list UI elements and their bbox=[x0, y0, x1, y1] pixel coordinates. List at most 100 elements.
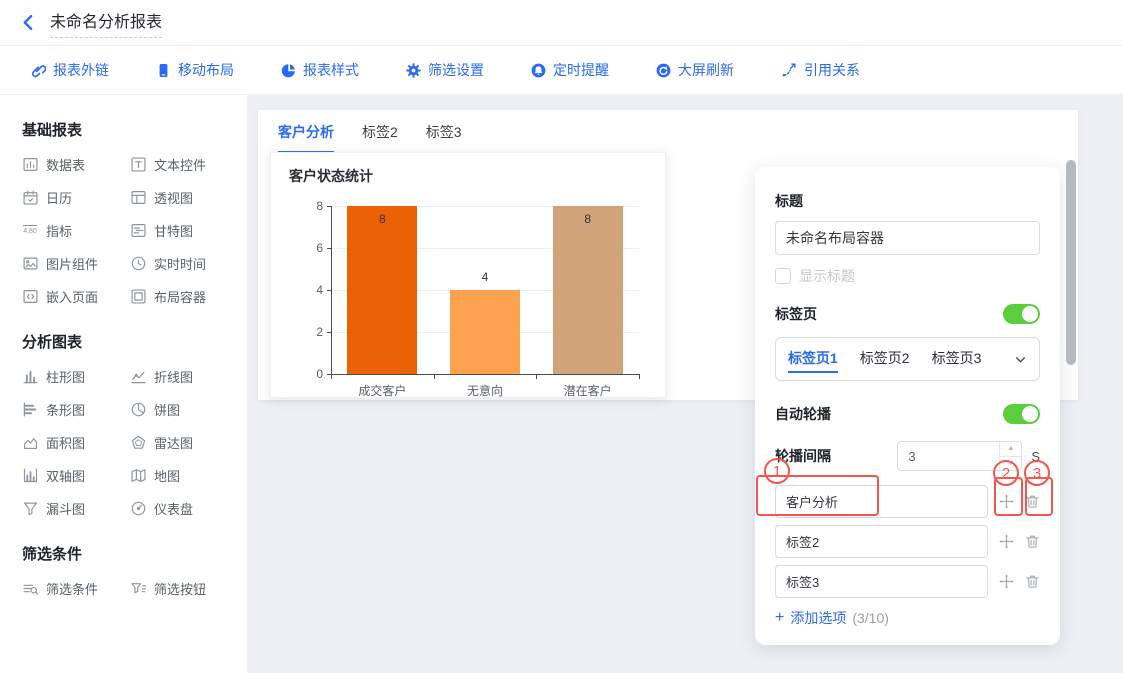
back-button[interactable] bbox=[20, 14, 37, 31]
link-icon bbox=[30, 62, 46, 78]
tab-page-option-1[interactable]: 标签页1 bbox=[788, 345, 838, 373]
sidebar-item-pivot[interactable]: 透视图 bbox=[130, 189, 230, 206]
bar-成交客户[interactable] bbox=[347, 206, 417, 374]
spinner-down-button[interactable]: ▼ bbox=[1000, 457, 1021, 471]
embed-page-icon bbox=[22, 289, 38, 304]
y-tick-label: 6 bbox=[293, 241, 323, 255]
canvas-tab-3[interactable]: 标签3 bbox=[426, 122, 462, 152]
sidebar-item-label: 实时时间 bbox=[154, 254, 206, 273]
sidebar-item-metric[interactable]: 4,80指标 bbox=[22, 222, 130, 239]
gantt-icon bbox=[130, 223, 146, 238]
selector-expand[interactable] bbox=[1014, 353, 1027, 366]
toolbar-item-label: 定时提醒 bbox=[553, 60, 609, 80]
sidebar-item-map[interactable]: 地图 bbox=[130, 467, 230, 484]
sidebar-item-radar-chart[interactable]: 雷达图 bbox=[130, 434, 230, 451]
sidebar-item-layout-container[interactable]: 布局容器 bbox=[130, 288, 230, 305]
trash-icon bbox=[1025, 574, 1040, 589]
report-title[interactable]: 未命名分析报表 bbox=[50, 8, 162, 38]
tab-page-list: 标签页1 标签页2 标签页3 bbox=[788, 345, 981, 373]
scrollbar-thumb[interactable] bbox=[1066, 160, 1076, 365]
calendar-icon bbox=[22, 190, 38, 205]
settings-panel: 标题 显示标题 标签页 标签页1标签页2标签页3 自动轮播 bbox=[755, 167, 1060, 645]
bar-潜在客户[interactable] bbox=[553, 206, 623, 374]
tab-item-input-3[interactable] bbox=[775, 565, 988, 598]
sidebar-item-data-table[interactable]: 数据表 bbox=[22, 156, 130, 173]
show-title-row: 显示标题 bbox=[775, 267, 1040, 285]
bar-value-label: 4 bbox=[465, 270, 505, 284]
sidebar-item-column-chart[interactable]: 柱形图 bbox=[22, 368, 130, 385]
sidebar-item-clock[interactable]: 实时时间 bbox=[130, 255, 230, 272]
sidebar-item-filter-condition[interactable]: 筛选条件 bbox=[22, 580, 130, 597]
toolbar-item-mobile-layout[interactable]: 移动布局 bbox=[156, 60, 234, 80]
container-tabbar: 客户分析标签2 标签3 bbox=[278, 122, 506, 153]
toolbar-item-report-style[interactable]: 报表样式 bbox=[281, 60, 359, 80]
tab-page-option-2[interactable]: 标签页2 bbox=[860, 345, 910, 373]
tab-item-input-1[interactable] bbox=[775, 485, 988, 518]
move-button-3[interactable] bbox=[999, 574, 1014, 589]
radar-chart-icon bbox=[130, 435, 146, 450]
toolbar-item-timed-remind[interactable]: 定时提醒 bbox=[531, 60, 609, 80]
design-canvas: 客户分析标签2标签3 客户状态统计 024688成交客户4无意向8潜在客户 标题… bbox=[248, 95, 1123, 673]
sidebar-item-calendar[interactable]: 日历 bbox=[22, 189, 130, 206]
sidebar-item-bar-chart[interactable]: 条形图 bbox=[22, 401, 130, 418]
sidebar-section-title: 基础报表 bbox=[22, 119, 247, 140]
bar-value-label: 8 bbox=[568, 212, 608, 226]
layout-container-icon bbox=[130, 289, 146, 304]
delete-button-3[interactable] bbox=[1025, 574, 1040, 589]
sidebar-item-pie-chart[interactable]: 饼图 bbox=[130, 401, 230, 418]
move-button-1[interactable] bbox=[999, 494, 1014, 509]
x-tick-mark bbox=[639, 374, 640, 379]
move-icon bbox=[999, 494, 1014, 509]
sidebar-section-grid: 筛选条件筛选按钮 bbox=[22, 580, 247, 597]
sidebar-item-label: 嵌入页面 bbox=[46, 287, 98, 306]
interval-input[interactable]: 3 ▲▼ bbox=[897, 441, 1022, 471]
funnel-icon bbox=[22, 501, 38, 516]
sidebar-item-dual-axis[interactable]: 双轴图 bbox=[22, 467, 130, 484]
spinner-up-button[interactable]: ▲ bbox=[1000, 442, 1021, 457]
line-chart-icon bbox=[130, 369, 146, 384]
sidebar-item-area-chart[interactable]: 面积图 bbox=[22, 434, 130, 451]
sidebar-item-gauge[interactable]: 仪表盘 bbox=[130, 500, 230, 517]
pivot-icon bbox=[130, 190, 146, 205]
sidebar-section-grid: 柱形图折线图条形图饼图面积图 雷达图双轴图地图漏斗图仪表盘 bbox=[22, 368, 247, 517]
sidebar-item-label: 雷达图 bbox=[154, 433, 193, 452]
move-icon bbox=[999, 574, 1014, 589]
tab-item-input-2[interactable] bbox=[775, 525, 988, 558]
toolbar-item-screen-refresh[interactable]: 大屏刷新 bbox=[656, 60, 734, 80]
tab-item-list bbox=[775, 485, 1040, 598]
title-field-label: 标题 bbox=[775, 191, 1040, 211]
toolbar-item-label: 大屏刷新 bbox=[678, 60, 734, 80]
sidebar-item-line-chart[interactable]: 折线图 bbox=[130, 368, 230, 385]
sidebar-item-text-widget[interactable]: 文本控件 bbox=[130, 156, 230, 173]
chart-card[interactable]: 客户状态统计 024688成交客户4无意向8潜在客户 bbox=[270, 152, 666, 398]
sidebar-item-filter-button[interactable]: 筛选按钮 bbox=[130, 580, 230, 597]
tabs-toggle[interactable] bbox=[1003, 304, 1040, 324]
piestyle-icon bbox=[281, 63, 296, 78]
toolbar-item-report-link[interactable]: 报表外链 bbox=[30, 60, 109, 80]
canvas-tab-2[interactable]: 标签2 bbox=[362, 122, 398, 152]
sidebar-item-label: 指标 bbox=[46, 221, 72, 240]
tab-page-option-3[interactable]: 标签页3 bbox=[932, 345, 982, 373]
canvas-tab-1[interactable]: 客户分析 bbox=[278, 122, 334, 153]
y-axis-line bbox=[331, 206, 332, 379]
sidebar-item-image[interactable]: 图片组件 bbox=[22, 255, 130, 272]
toolbar-item-label: 报表外链 bbox=[53, 60, 109, 80]
sidebar-item-label: 透视图 bbox=[154, 188, 193, 207]
add-option-button[interactable]: 添加选项 bbox=[790, 608, 846, 628]
show-title-checkbox[interactable] bbox=[775, 268, 791, 284]
autoplay-toggle[interactable] bbox=[1003, 404, 1040, 424]
bar-无意向[interactable] bbox=[450, 290, 520, 374]
component-sidebar: 基础报表数据表 文本控件日历 透视图 4,80指标甘特图图片组件 实时时间嵌入页面 布局容… bbox=[0, 95, 248, 673]
delete-button-2[interactable] bbox=[1025, 534, 1040, 549]
sidebar-item-gantt[interactable]: 甘特图 bbox=[130, 222, 230, 239]
tab-item-row-3 bbox=[775, 565, 1040, 598]
sidebar-item-label: 数据表 bbox=[46, 155, 85, 174]
sidebar-item-funnel[interactable]: 漏斗图 bbox=[22, 500, 130, 517]
toggle-knob bbox=[1022, 306, 1038, 322]
toolbar-item-filter-setting[interactable]: 筛选设置 bbox=[406, 60, 484, 80]
delete-button-1[interactable] bbox=[1025, 494, 1040, 509]
container-title-input[interactable] bbox=[775, 221, 1040, 255]
sidebar-item-embed-page[interactable]: 嵌入页面 bbox=[22, 288, 130, 305]
move-button-2[interactable] bbox=[999, 534, 1014, 549]
toolbar-item-reference[interactable]: 引用关系 bbox=[781, 60, 860, 80]
